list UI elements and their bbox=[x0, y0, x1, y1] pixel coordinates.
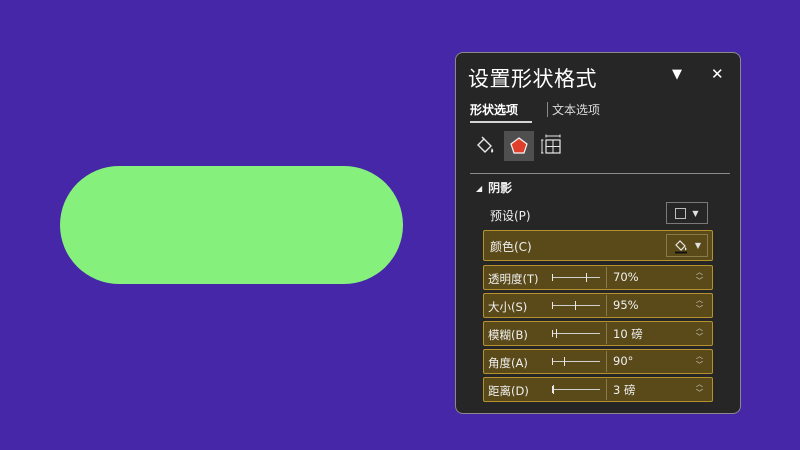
pane-options-chevron-down-icon[interactable]: ▼ bbox=[672, 67, 682, 82]
distance-row: 距离(D) 3 磅 ︿ ﹀ bbox=[483, 377, 713, 402]
tab-text-options-label: 文本选项 bbox=[552, 103, 601, 117]
preset-label: 预设(P) bbox=[490, 209, 531, 223]
pane-title: 设置形状格式 bbox=[468, 67, 597, 91]
distance-value[interactable]: 3 磅 bbox=[613, 382, 635, 398]
blur-slider[interactable] bbox=[552, 329, 600, 338]
blur-value[interactable]: 10 磅 bbox=[613, 326, 643, 342]
size-spinbox[interactable]: 95% ︿ ﹀ bbox=[606, 295, 711, 316]
shadow-section-label: 阴影 bbox=[488, 181, 513, 195]
size-slider-thumb[interactable] bbox=[575, 301, 576, 310]
size-label: 大小(S) bbox=[488, 300, 528, 314]
color-picker-button[interactable]: ▼ bbox=[666, 234, 708, 257]
spin-arrows-icon[interactable]: ︿ ﹀ bbox=[696, 380, 703, 398]
spin-arrows-icon[interactable]: ︿ ﹀ bbox=[696, 296, 703, 314]
angle-label: 角度(A) bbox=[488, 356, 528, 370]
blur-row: 模糊(B) 10 磅 ︿ ﹀ bbox=[483, 321, 713, 346]
slider-start-tick bbox=[552, 330, 553, 337]
angle-slider-thumb[interactable] bbox=[564, 357, 565, 366]
angle-row: 角度(A) 90° ︿ ﹀ bbox=[483, 349, 713, 374]
rounded-rectangle-shape[interactable] bbox=[60, 166, 403, 284]
shadow-preset-square-icon bbox=[675, 207, 687, 219]
blur-spinbox[interactable]: 10 磅 ︿ ﹀ bbox=[606, 323, 711, 344]
icon-tabs-divider bbox=[470, 173, 730, 174]
shadow-section-header[interactable]: ◢ 阴影 bbox=[476, 179, 512, 196]
slider-start-tick bbox=[552, 274, 553, 281]
size-value[interactable]: 95% bbox=[613, 298, 639, 312]
slider-start-tick bbox=[552, 302, 553, 309]
spin-arrows-icon[interactable]: ︿ ﹀ bbox=[696, 352, 703, 370]
angle-spinbox[interactable]: 90° ︿ ﹀ bbox=[606, 351, 711, 372]
transparency-spinbox[interactable]: 70% ︿ ﹀ bbox=[606, 267, 711, 288]
transparency-slider[interactable] bbox=[552, 273, 600, 282]
color-label: 颜色(C) bbox=[490, 240, 532, 254]
close-icon[interactable]: ✕ bbox=[711, 65, 724, 83]
angle-value[interactable]: 90° bbox=[613, 354, 633, 368]
color-row: 颜色(C) ▼ bbox=[483, 230, 713, 261]
blur-label: 模糊(B) bbox=[488, 328, 528, 342]
distance-slider[interactable] bbox=[552, 385, 600, 394]
spin-arrows-icon[interactable]: ︿ ﹀ bbox=[696, 324, 703, 342]
angle-slider[interactable] bbox=[552, 357, 600, 366]
distance-spinbox[interactable]: 3 磅 ︿ ﹀ bbox=[606, 379, 711, 400]
tab-effects[interactable] bbox=[504, 131, 534, 161]
tab-divider bbox=[547, 102, 548, 117]
blur-slider-thumb[interactable] bbox=[556, 329, 557, 338]
chevron-down-icon: ▼ bbox=[694, 241, 702, 250]
chevron-down-icon: ▼ bbox=[692, 208, 699, 218]
expand-triangle-icon: ◢ bbox=[476, 184, 483, 193]
tab-fill-line[interactable] bbox=[470, 131, 500, 161]
tab-shape-options[interactable]: 形状选项 bbox=[470, 101, 518, 118]
slider-start-tick bbox=[552, 358, 553, 365]
category-icon-tabs bbox=[470, 131, 730, 175]
distance-slider-thumb[interactable] bbox=[553, 385, 554, 394]
fill-line-icon bbox=[477, 136, 494, 153]
size-properties-icon bbox=[541, 134, 561, 154]
active-tab-underline bbox=[470, 121, 532, 123]
tab-size-properties[interactable] bbox=[538, 131, 568, 161]
tab-text-options[interactable]: 文本选项 bbox=[552, 101, 600, 118]
size-slider[interactable] bbox=[552, 301, 600, 310]
size-row: 大小(S) 95% ︿ ﹀ bbox=[483, 293, 713, 318]
transparency-label: 透明度(T) bbox=[488, 272, 539, 286]
effects-pentagon-icon bbox=[510, 137, 528, 154]
spin-arrows-icon[interactable]: ︿ ﹀ bbox=[696, 268, 703, 286]
transparency-value[interactable]: 70% bbox=[613, 270, 639, 284]
format-shape-pane: 设置形状格式 ▼ ✕ 形状选项 文本选项 ◢ 阴影 预设(P) ▼ 颜色(C) … bbox=[455, 52, 741, 414]
transparency-slider-thumb[interactable] bbox=[586, 273, 587, 282]
transparency-row: 透明度(T) 70% ︿ ﹀ bbox=[483, 265, 713, 290]
tab-shape-options-label: 形状选项 bbox=[470, 103, 519, 117]
paint-bucket-icon bbox=[674, 239, 687, 253]
preset-dropdown[interactable]: ▼ bbox=[666, 202, 708, 224]
distance-label: 距离(D) bbox=[488, 384, 529, 398]
